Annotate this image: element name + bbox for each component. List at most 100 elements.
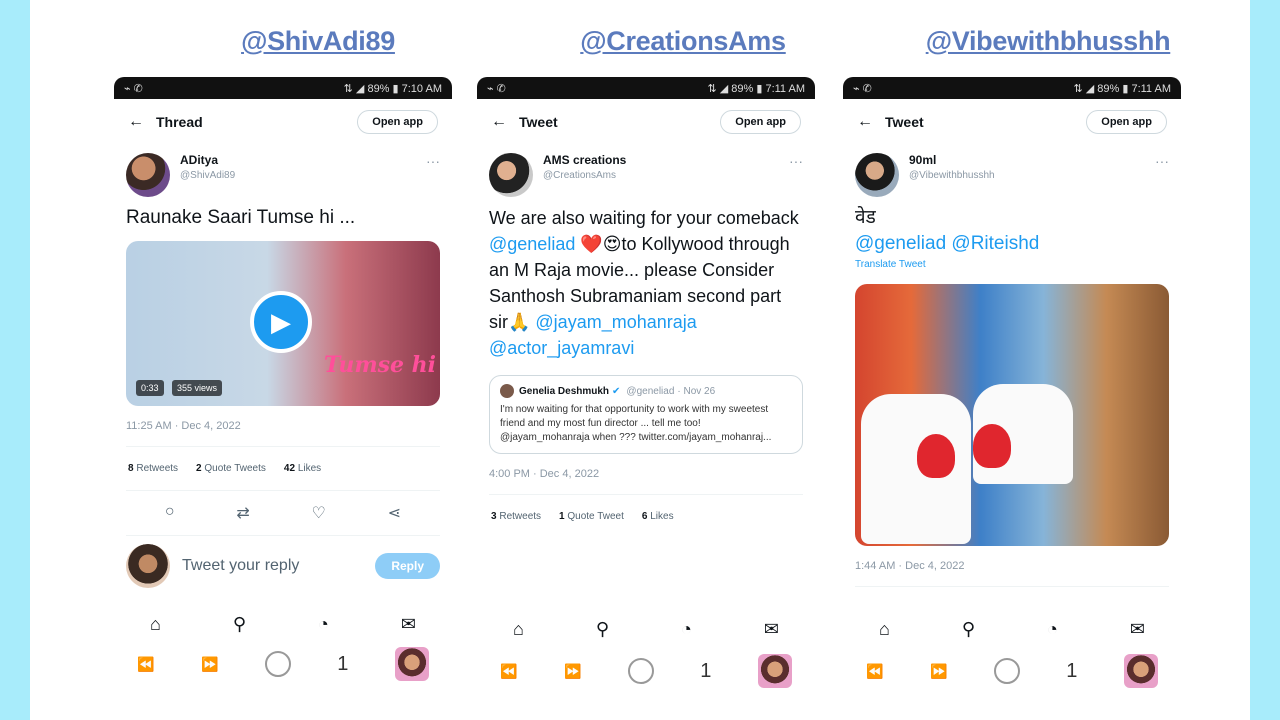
mention-link[interactable]: @geneliad: [855, 233, 946, 254]
forward-icon[interactable]: ⏩: [564, 663, 581, 680]
likes-stat[interactable]: 6 Likes: [642, 511, 674, 522]
thumbnail-avatar[interactable]: [394, 647, 429, 681]
video-thumbnail[interactable]: Tumse hi ▶ 0:33 355 views: [126, 241, 440, 406]
more-options-icon[interactable]: ···: [1155, 153, 1169, 169]
bell-icon[interactable]: ◔: [1047, 619, 1058, 640]
quoted-tweet[interactable]: Genelia Deshmukh ✔ @geneliad · Nov 26 I'…: [489, 375, 803, 454]
bell-icon[interactable]: ◔: [318, 614, 329, 635]
author-handle[interactable]: @CreationsAms: [543, 170, 789, 181]
tweet-stats: 3 Retweets 1 Quote Tweet 6 Likes: [477, 495, 815, 538]
author-names: ADitya @ShivAdi89: [180, 153, 426, 181]
top-bar: ← Tweet Open app: [477, 99, 815, 145]
tweet-stats: 8 Retweets 2 Quote Tweets 42 Likes: [114, 447, 452, 490]
back-arrow-icon[interactable]: ←: [128, 113, 156, 131]
mention-link[interactable]: @jayam_mohanraja: [535, 312, 696, 332]
home-icon[interactable]: ⌂: [150, 614, 161, 635]
quoted-tweet-header: Genelia Deshmukh ✔ @geneliad · Nov 26: [500, 384, 792, 398]
avatar[interactable]: [126, 153, 170, 197]
search-icon[interactable]: ⚲: [962, 619, 975, 640]
retweets-stat[interactable]: 3 Retweets: [491, 511, 541, 522]
back-arrow-icon[interactable]: ←: [491, 113, 519, 131]
quotes-count: 1: [559, 511, 565, 522]
author-handle[interactable]: @Vibewithbhusshh: [909, 170, 1155, 181]
video-overlay-title: Tumse hi: [323, 352, 436, 378]
status-bar: ⌁ ✆ ⇅ ◢ 89% ▮ 7:10 AM: [114, 77, 452, 99]
open-app-button[interactable]: Open app: [357, 110, 438, 134]
home-icon[interactable]: ⌂: [879, 619, 890, 640]
quotes-label: Quote Tweets: [204, 463, 266, 474]
mention-link[interactable]: @geneliad: [489, 234, 575, 254]
reply-input[interactable]: Tweet your reply: [182, 557, 375, 575]
status-right: ⇅ ◢ 89% ▮ 7:11 AM: [707, 82, 805, 95]
search-icon[interactable]: ⚲: [596, 619, 609, 640]
likes-label: Likes: [297, 463, 322, 474]
quoted-author-name: Genelia Deshmukh: [519, 385, 610, 397]
author-names: AMS creations @CreationsAms: [543, 153, 789, 181]
player-controls: ⏪ ⏩ 1: [477, 649, 815, 693]
reply-composer: Tweet your reply Reply: [114, 536, 452, 596]
more-options-icon[interactable]: ···: [789, 153, 803, 169]
tweet-timestamp: 1:44 AM · Dec 4, 2022: [855, 560, 965, 572]
retweet-icon[interactable]: ⇄: [236, 503, 249, 523]
home-icon[interactable]: ⌂: [513, 619, 524, 640]
translate-tweet-link[interactable]: Translate Tweet: [843, 257, 1181, 272]
quotes-count: 2: [196, 463, 202, 474]
loading-circle-icon: [264, 651, 291, 677]
canvas: @ShivAdi89 ⌁ ✆ ⇅ ◢ 89% ▮ 7:10 AM ← Threa…: [30, 0, 1250, 720]
avatar[interactable]: [855, 153, 899, 197]
rewind-icon[interactable]: ⏪: [866, 663, 883, 680]
reply-button[interactable]: Reply: [375, 553, 440, 579]
open-app-button[interactable]: Open app: [1086, 110, 1167, 134]
open-app-button[interactable]: Open app: [720, 110, 801, 134]
like-icon[interactable]: ♡: [312, 503, 326, 523]
bell-icon[interactable]: ◔: [681, 619, 692, 640]
status-left: ⌁ ✆: [124, 82, 143, 95]
status-left: ⌁ ✆: [853, 82, 872, 95]
status-bar: ⌁ ✆ ⇅ ◢ 89% ▮ 7:11 AM: [843, 77, 1181, 99]
tab-count: 1: [700, 659, 712, 682]
mail-icon[interactable]: ✉: [401, 614, 416, 635]
bottom-nav: ⌂ ⚲ ◔ ✉: [843, 607, 1181, 651]
search-icon[interactable]: ⚲: [233, 614, 246, 635]
heart-icon: [917, 434, 955, 478]
tweet-text-line: वेड: [855, 207, 876, 228]
thumbnail-avatar[interactable]: [757, 654, 792, 688]
tab-count: 1: [1066, 659, 1078, 682]
page-title: Thread: [156, 114, 203, 130]
tweet-timestamp: 4:00 PM · Dec 4, 2022: [489, 468, 600, 480]
mail-icon[interactable]: ✉: [1130, 619, 1145, 640]
forward-icon[interactable]: ⏩: [201, 656, 218, 673]
tweet-photo[interactable]: [855, 284, 1169, 546]
author-name[interactable]: 90ml: [909, 153, 1155, 167]
thumbnail-avatar[interactable]: [1123, 654, 1158, 688]
tweet-author: AMS creations @CreationsAms ···: [477, 145, 815, 197]
tweet-author: 90ml @Vibewithbhusshh ···: [843, 145, 1181, 197]
reply-icon[interactable]: ○: [165, 503, 175, 523]
quoted-avatar: [500, 384, 514, 398]
retweets-stat[interactable]: 8 Retweets: [128, 463, 178, 474]
player-controls: ⏪ ⏩ 1: [843, 649, 1181, 693]
mail-icon[interactable]: ✉: [764, 619, 779, 640]
retweets-count: 3: [491, 511, 497, 522]
quotes-stat[interactable]: 2 Quote Tweets: [196, 463, 266, 474]
player-controls: ⏪ ⏩ 1: [114, 642, 452, 686]
mention-link[interactable]: @Riteishd: [951, 233, 1039, 254]
author-name[interactable]: AMS creations: [543, 153, 789, 167]
likes-stat[interactable]: 42 Likes: [284, 463, 321, 474]
rewind-icon[interactable]: ⏪: [137, 656, 154, 673]
verified-icon: ✔: [612, 385, 621, 397]
author-name[interactable]: ADitya: [180, 153, 426, 167]
rewind-icon[interactable]: ⏪: [500, 663, 517, 680]
status-left: ⌁ ✆: [487, 82, 506, 95]
mention-link[interactable]: @actor_jayamravi: [489, 338, 634, 358]
forward-icon[interactable]: ⏩: [930, 663, 947, 680]
bottom-nav: ⌂ ⚲ ◔ ✉: [477, 607, 815, 651]
more-options-icon[interactable]: ···: [426, 153, 440, 169]
back-arrow-icon[interactable]: ←: [857, 113, 885, 131]
avatar[interactable]: [489, 153, 533, 197]
quotes-label: Quote Tweet: [567, 511, 624, 522]
quotes-stat[interactable]: 1 Quote Tweet: [559, 511, 624, 522]
play-icon[interactable]: ▶: [250, 291, 312, 353]
author-handle[interactable]: @ShivAdi89: [180, 170, 426, 181]
share-icon[interactable]: ⋖: [388, 503, 401, 523]
